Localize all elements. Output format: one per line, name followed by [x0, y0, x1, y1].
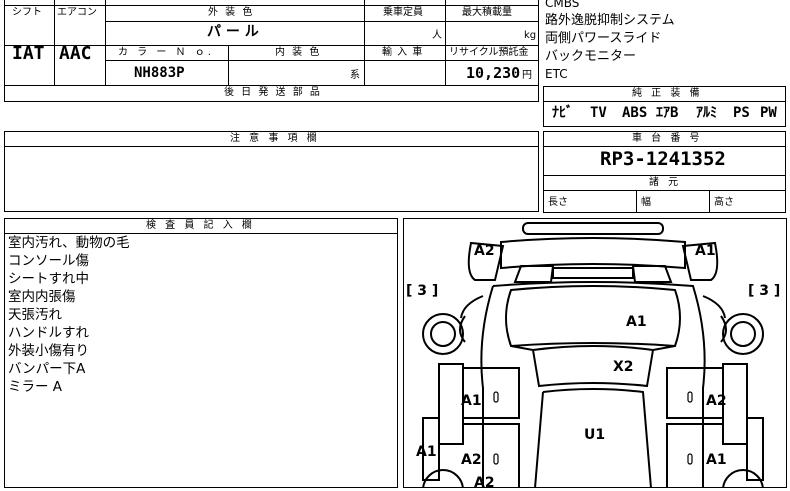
interior-color-unit: 系 — [350, 70, 360, 81]
header-later-parts: 後 日 発 送 部 品 — [224, 87, 322, 98]
inspector-line: 室内汚れ、動物の毛 — [8, 235, 130, 251]
header-aircon: エアコン — [57, 7, 97, 18]
inspector-line: シートすれ中 — [8, 271, 89, 287]
equipment-item: TV — [590, 105, 607, 121]
car-diagram — [422, 222, 764, 488]
damage-mark: A1 — [461, 393, 482, 409]
spec-length-label: 長さ — [548, 197, 568, 208]
shift-value: IAT — [12, 43, 45, 64]
inspector-line: 天張汚れ — [8, 307, 62, 323]
feature-item: ETC — [545, 67, 568, 81]
header-max-load: 最大積載量 — [462, 7, 512, 18]
inspector-line: 室内内張傷 — [8, 289, 76, 305]
specs-header: 諸 元 — [649, 177, 682, 188]
feature-item: バックモニター — [545, 49, 637, 64]
inspector-line: コンソール傷 — [8, 253, 89, 269]
inspector-line: ミラー A — [8, 379, 63, 395]
spec-width-label: 幅 — [641, 197, 651, 208]
inspector-line: ハンドルすれ — [8, 325, 89, 341]
header-capacity: 乗車定員 — [383, 7, 423, 18]
spec-height-label: 高さ — [714, 197, 734, 208]
equipment-item: PW — [760, 105, 777, 121]
chassis-header: 車 台 番 号 — [632, 133, 703, 144]
capacity-unit: 人 — [432, 30, 442, 41]
damage-mark: A1 — [695, 243, 716, 259]
feature-item: CMBS — [545, 0, 580, 10]
damage-mark: A2 — [474, 243, 495, 259]
exterior-color-value: パ ー ル — [207, 24, 259, 40]
inspector-line: 外装小傷有り — [8, 343, 89, 359]
damage-mark: A2 — [474, 475, 495, 491]
header-interior-color: 内 装 色 — [275, 47, 322, 58]
damage-mark: A1 — [706, 452, 727, 468]
damage-mark: A2 — [706, 393, 727, 409]
color-no-value: NH883P — [134, 65, 185, 81]
header-color-no: カ ラ ー Ｎ ｏ. — [118, 47, 214, 58]
damage-mark: U1 — [584, 427, 606, 443]
damage-mark: X2 — [613, 359, 634, 375]
equipment-item: ｱﾙﾐ — [696, 105, 717, 121]
recycle-amount: 10,230 — [466, 64, 521, 82]
equipment-item: ﾅﾋﾞ — [552, 105, 573, 121]
header-shift: シフト — [12, 7, 42, 18]
notes-header: 注 意 事 項 欄 — [230, 133, 320, 144]
recycle-unit: 円 — [522, 70, 532, 81]
side-mark-right: [ 3 ] — [748, 283, 781, 299]
header-recycle: リサイクル預託金 — [449, 47, 529, 58]
equipment-item: ｴｱB — [656, 105, 679, 121]
damage-mark: A1 — [626, 314, 647, 330]
inspector-header: 検 査 員 記 入 欄 — [146, 220, 255, 231]
feature-item: 路外逸脱抑制システム — [545, 13, 675, 28]
equipment-item: PS — [733, 105, 750, 121]
aircon-value: AAC — [59, 43, 92, 64]
equipment-header: 純 正 装 備 — [632, 88, 703, 99]
chassis-number: RP3-1241352 — [600, 148, 726, 170]
header-exterior-color: 外 装 色 — [208, 7, 255, 18]
header-import: 輸 入 車 — [382, 47, 424, 58]
side-mark-left: [ 3 ] — [406, 283, 439, 299]
damage-mark: A2 — [461, 452, 482, 468]
feature-item: 両側パワースライド — [545, 31, 662, 46]
max-load-unit: kg — [524, 30, 537, 41]
inspector-line: バンパー下A — [8, 361, 86, 377]
equipment-item: ABS — [622, 105, 648, 121]
damage-mark: A1 — [416, 444, 437, 460]
